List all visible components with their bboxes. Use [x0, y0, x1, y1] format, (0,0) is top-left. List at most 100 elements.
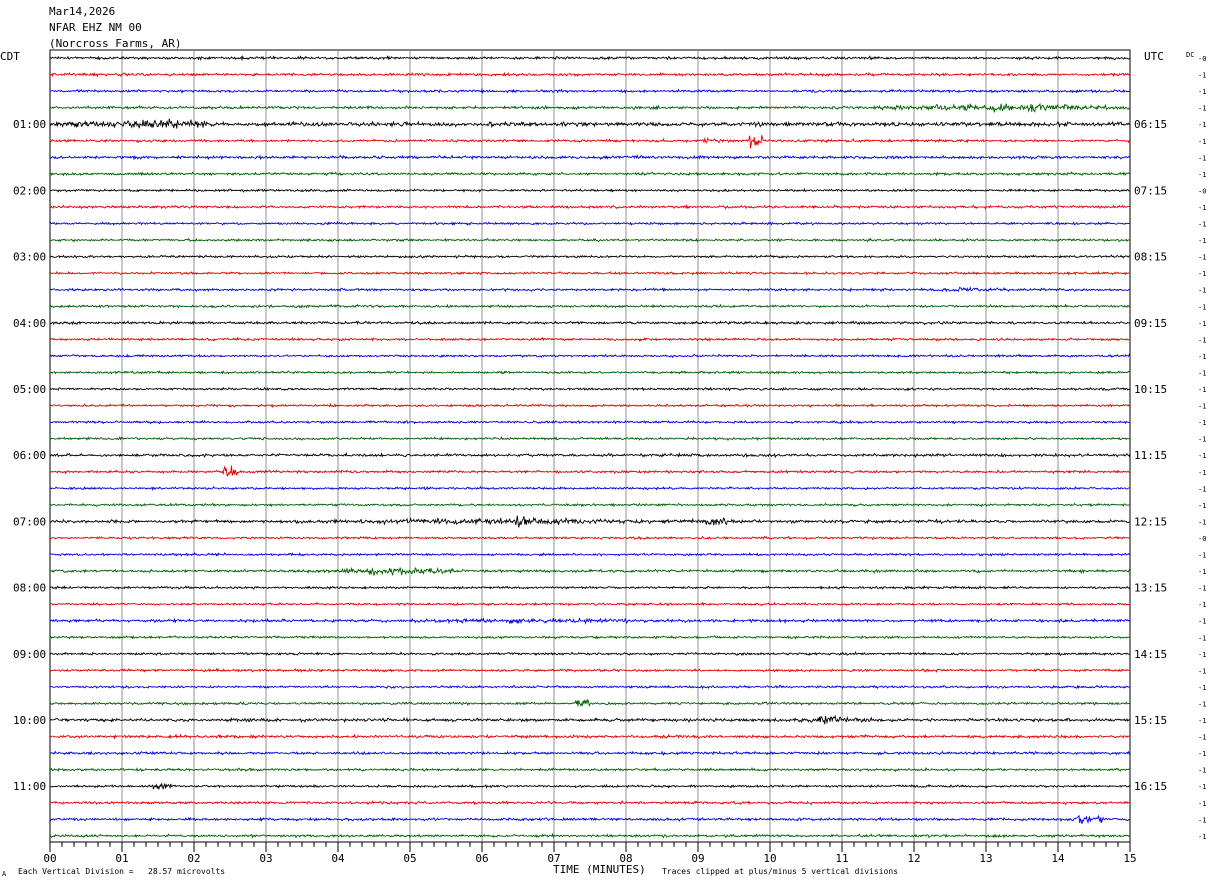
- x-tick-label: 10: [763, 852, 776, 865]
- left-hour-label: 10:00: [13, 714, 46, 727]
- dc-offset-label: -1: [1198, 767, 1206, 775]
- dc-offset-label: -1: [1198, 270, 1206, 278]
- trace-row: [49, 485, 1131, 492]
- dc-offset-label: -1: [1198, 452, 1206, 460]
- trace-row: [49, 370, 1131, 375]
- dc-offset-label: -1: [1198, 72, 1206, 80]
- trace-row: [49, 832, 1131, 839]
- dc-offset-label: -1: [1198, 816, 1206, 824]
- x-tick-label: 13: [979, 852, 992, 865]
- dc-offset-label: -1: [1198, 469, 1206, 477]
- x-tick-label: 04: [331, 852, 345, 865]
- x-tick-label: 15: [1123, 852, 1136, 865]
- trace-row: [49, 585, 1131, 591]
- clip-note: Traces clipped at plus/minus 5 vertical …: [662, 867, 899, 876]
- left-hour-label: 04:00: [13, 317, 46, 330]
- corner-mark: A: [2, 870, 7, 878]
- left-hour-label: 02:00: [13, 184, 46, 197]
- dc-offset-label: -1: [1198, 303, 1206, 311]
- dc-offset-label: -1: [1198, 634, 1206, 642]
- trace-row: [49, 714, 1131, 725]
- dc-offset-label: -1: [1198, 618, 1206, 626]
- dc-offset-label: -1: [1198, 651, 1206, 659]
- dc-offset-label: -1: [1198, 403, 1206, 411]
- x-tick-label: 09: [691, 852, 704, 865]
- right-hour-label: 12:15: [1134, 515, 1167, 528]
- trace-row: [49, 566, 1131, 576]
- left-hour-label: 07:00: [13, 515, 46, 528]
- trace-row: [49, 515, 1131, 528]
- trace-row: [49, 502, 1131, 508]
- right-hour-label: 08:15: [1134, 251, 1167, 264]
- x-tick-label: 14: [1051, 852, 1065, 865]
- trace-row: [49, 286, 1131, 293]
- dc-offset-label: -1: [1198, 287, 1206, 295]
- right-hour-label: 16:15: [1134, 780, 1167, 793]
- dc-offset-label: -1: [1198, 171, 1206, 179]
- right-hour-label: 14:15: [1134, 648, 1167, 661]
- right-hour-label: 07:15: [1134, 184, 1167, 197]
- trace-row: [49, 684, 1131, 690]
- plot-frame: [49, 49, 1131, 843]
- dc-offset-label: -1: [1198, 717, 1206, 725]
- x-tick-label: 11: [835, 852, 848, 865]
- x-tick-label: 01: [115, 852, 128, 865]
- trace-row: [49, 535, 1131, 541]
- dc-offset-label: -1: [1198, 568, 1206, 576]
- trace-row: [49, 465, 1131, 477]
- dc-offset-label: -1: [1198, 154, 1206, 162]
- trace-row: [49, 55, 1131, 62]
- x-tick-label: 12: [907, 852, 920, 865]
- dc-offset-label: -1: [1198, 783, 1206, 791]
- trace-row: [49, 667, 1131, 673]
- dc-offset-label: -1: [1198, 88, 1206, 96]
- trace-row: [49, 187, 1131, 193]
- trace-row: [49, 237, 1131, 243]
- trace-row: [49, 650, 1131, 657]
- left-hour-label: 06:00: [13, 449, 46, 462]
- dc-offset-label: -1: [1198, 833, 1206, 841]
- trace-row: [49, 436, 1131, 442]
- x-axis-label: TIME (MINUTES): [553, 863, 646, 876]
- left-hour-label: 05:00: [13, 383, 46, 396]
- trace-row: [49, 601, 1131, 607]
- left-hour-label: 09:00: [13, 648, 46, 661]
- dc-offset-label: -1: [1198, 221, 1206, 229]
- right-hour-label: 13:15: [1134, 582, 1167, 595]
- x-tick-label: 02: [187, 852, 200, 865]
- dc-offset-label: -1: [1198, 105, 1206, 113]
- dc-offset-label: -1: [1198, 585, 1206, 593]
- right-hour-label: 06:15: [1134, 118, 1167, 131]
- trace-row: [49, 386, 1131, 392]
- x-tick-label: 03: [259, 852, 272, 865]
- trace-row: [49, 733, 1131, 740]
- dc-offset-label: -1: [1198, 734, 1206, 742]
- trace-row: [49, 750, 1131, 757]
- dc-offset-label: -1: [1198, 336, 1206, 344]
- left-hour-label: 01:00: [13, 118, 46, 131]
- dc-offset-label: -1: [1198, 552, 1206, 560]
- dc-offset-label: -1: [1198, 684, 1206, 692]
- trace-row: [49, 154, 1131, 161]
- right-hour-label: 10:15: [1134, 383, 1167, 396]
- dc-offset-label: -1: [1198, 237, 1206, 245]
- dc-offset-label: -1: [1198, 601, 1206, 609]
- trace-row: [49, 71, 1131, 78]
- trace-row: [49, 118, 1131, 129]
- left-hour-label: 11:00: [13, 780, 46, 793]
- trace-row: [49, 320, 1131, 326]
- trace-row: [49, 270, 1131, 276]
- x-tick-label: 05: [403, 852, 416, 865]
- x-tick-label: 06: [475, 852, 488, 865]
- dc-offset-label: -1: [1198, 518, 1206, 526]
- trace-row: [49, 303, 1131, 309]
- x-tick-label: 00: [43, 852, 56, 865]
- trace-row: [49, 698, 1131, 708]
- dc-offset-label: -1: [1198, 800, 1206, 808]
- trace-row: [49, 634, 1131, 640]
- dc-offset-label: -1: [1198, 436, 1206, 444]
- trace-row: [49, 221, 1131, 226]
- trace-row: [49, 782, 1131, 790]
- dc-offset-label: -0: [1198, 187, 1206, 195]
- trace-row: [49, 766, 1131, 773]
